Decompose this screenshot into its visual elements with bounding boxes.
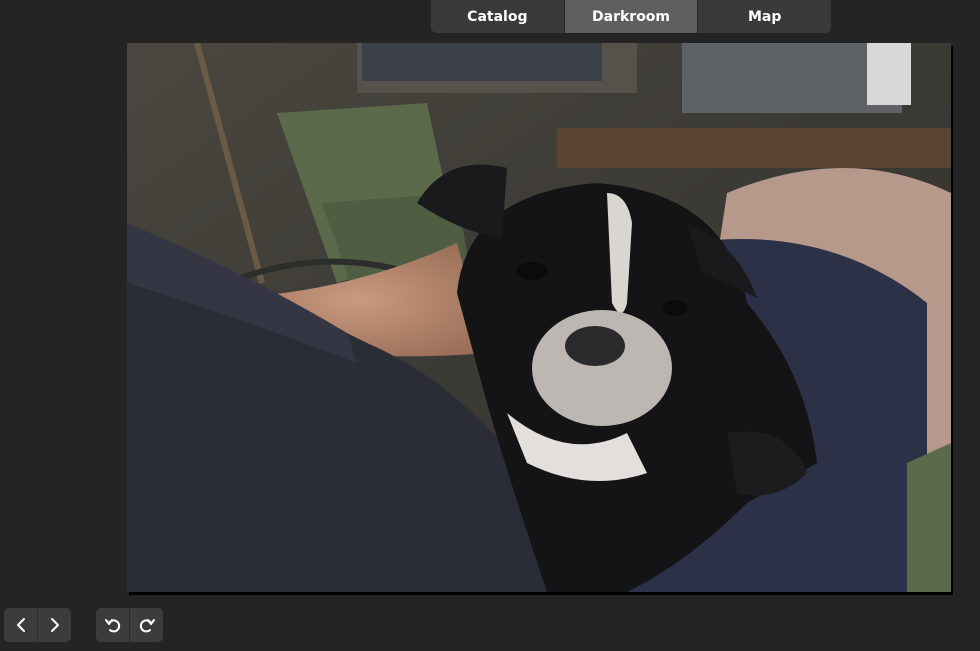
mode-switcher: Catalog Darkroom Map xyxy=(431,0,831,33)
redo-icon xyxy=(139,619,155,633)
chevron-left-icon xyxy=(16,618,25,632)
undo-icon xyxy=(104,619,120,633)
edit-history xyxy=(96,608,163,642)
tab-map[interactable]: Map xyxy=(698,0,831,33)
redo-button[interactable] xyxy=(130,608,163,642)
chevron-right-icon xyxy=(50,618,59,632)
next-image-button[interactable] xyxy=(38,608,71,642)
tab-catalog[interactable]: Catalog xyxy=(431,0,565,33)
undo-button[interactable] xyxy=(96,608,130,642)
tab-darkroom[interactable]: Darkroom xyxy=(564,0,699,33)
previous-image-button[interactable] xyxy=(4,608,38,642)
photo-image xyxy=(127,43,951,592)
darkroom-window: Catalog Darkroom Map xyxy=(0,0,980,651)
image-navigation xyxy=(4,608,71,642)
photo-preview[interactable] xyxy=(127,43,951,592)
